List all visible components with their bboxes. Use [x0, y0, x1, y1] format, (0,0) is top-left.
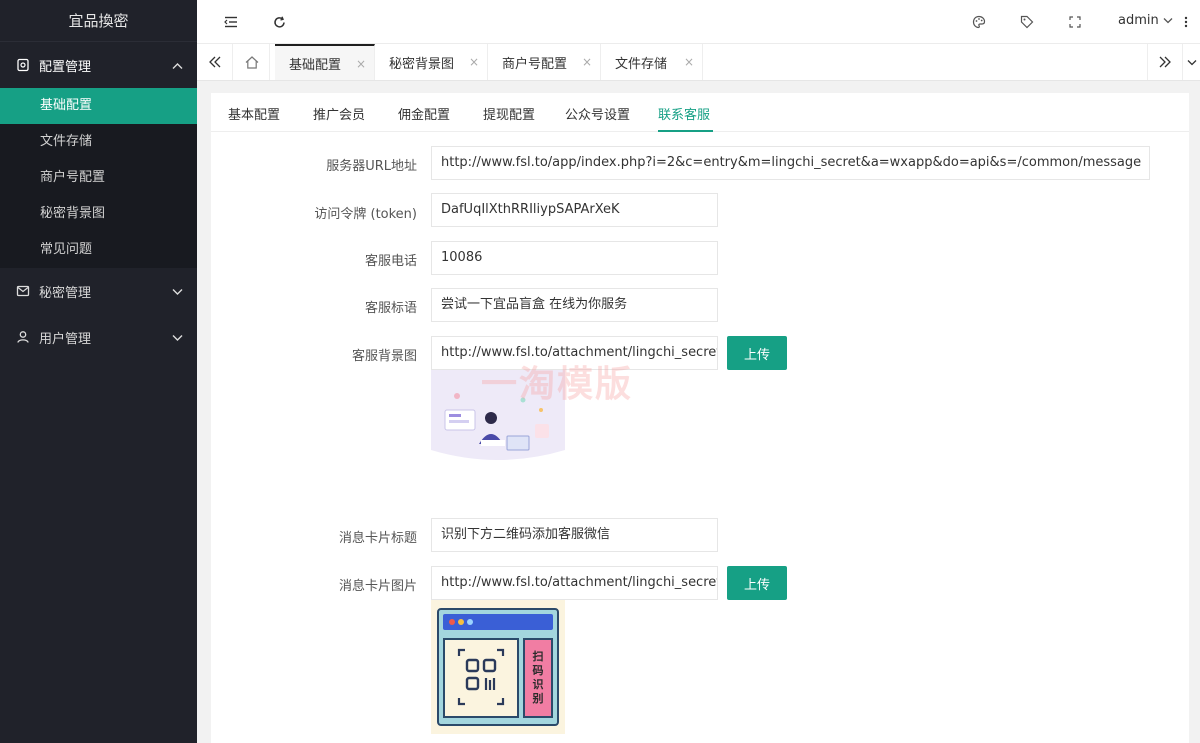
slogan-input[interactable]: 尝试一下宜品盲盒 在线为你服务 [431, 288, 718, 322]
submenu-config: 基础配置 文件存储 商户号配置 秘密背景图 常见问题 [0, 88, 197, 268]
tabs-dropdown-icon[interactable] [1183, 44, 1200, 80]
nav-group-secret[interactable]: 秘密管理 [0, 268, 197, 314]
phone-input[interactable]: 10086 [431, 241, 718, 275]
scan-text: 识 [532, 678, 544, 691]
tab-label: 文件存储 [615, 56, 668, 72]
chevron-down-icon [172, 285, 183, 300]
window-dot-icon [458, 619, 464, 625]
preview-window: 扫 码 识 别 [437, 608, 559, 726]
refresh-icon[interactable] [270, 13, 288, 31]
token-input[interactable]: DafUqIlXthRRIliypSAPArXeK [431, 193, 718, 227]
chevron-down-icon [172, 331, 183, 346]
chevron-up-icon [172, 59, 183, 74]
tab-label: 基础配置 [289, 57, 342, 73]
brand-title: 宜品換密 [0, 0, 197, 42]
tabs-bar: 基础配置 × 秘密背景图 × 商户号配置 × 文件存储 × [197, 44, 1200, 81]
gear-icon [16, 58, 30, 72]
qr-panel [443, 638, 519, 718]
tab-label: 秘密背景图 [389, 56, 455, 72]
window-dot-icon [467, 619, 473, 625]
chevron-down-icon [1163, 13, 1173, 28]
envelope-icon [16, 284, 30, 298]
subtab-basic[interactable]: 基本配置 [228, 104, 280, 123]
subtab-commission[interactable]: 佣金配置 [398, 104, 450, 123]
sidebar-item-file-storage[interactable]: 文件存储 [0, 124, 197, 160]
card-image-upload-button[interactable]: 上传 [727, 566, 787, 600]
card-title-input[interactable]: 识别下方二维码添加客服微信 [431, 518, 718, 552]
close-icon[interactable]: × [356, 57, 366, 71]
sidebar: 宜品換密 配置管理 基础配置 文件存储 商户号配置 秘密背景图 常见问题 秘密管… [0, 0, 197, 743]
subtab-customer-service[interactable]: 联系客服 [658, 104, 710, 123]
fullscreen-icon[interactable] [1066, 13, 1084, 31]
tabs-scroll-right-icon[interactable] [1147, 44, 1183, 80]
scan-text: 扫 [532, 650, 544, 663]
content-card: 基本配置 推广会员 佣金配置 提现配置 公众号设置 联系客服 服务器URL地址 … [211, 93, 1189, 743]
user-menu[interactable]: admin [1118, 13, 1173, 28]
close-icon[interactable]: × [582, 55, 592, 69]
username: admin [1118, 13, 1159, 28]
watermark-text: 一淘模版 [481, 364, 634, 405]
scan-text: 别 [532, 692, 544, 705]
theme-icon[interactable] [970, 13, 988, 31]
subtab-official-account[interactable]: 公众号设置 [565, 104, 630, 123]
qr-code-icon [457, 648, 505, 706]
server-url-input[interactable]: http://www.fsl.to/app/index.php?i=2&c=en… [431, 146, 1150, 180]
nav-group-label: 用户管理 [39, 331, 92, 347]
nav-group-user[interactable]: 用户管理 [0, 314, 197, 360]
close-icon[interactable]: × [684, 55, 694, 69]
home-icon[interactable] [234, 44, 270, 80]
card-title-label: 消息卡片标题 [338, 531, 417, 546]
menu-fold-icon[interactable] [222, 13, 240, 31]
tab-label: 商户号配置 [502, 56, 568, 72]
tag-icon[interactable] [1018, 13, 1036, 31]
window-dot-icon [449, 619, 455, 625]
tab-file-storage[interactable]: 文件存储 × [601, 44, 703, 80]
sidebar-item-secret-bg[interactable]: 秘密背景图 [0, 196, 197, 232]
bg-image-label: 客服背景图 [351, 349, 417, 364]
sidebar-item-merchant-config[interactable]: 商户号配置 [0, 160, 197, 196]
nav-group-label: 秘密管理 [39, 285, 92, 301]
slogan-label: 客服标语 [364, 301, 417, 316]
bg-image-upload-button[interactable]: 上传 [727, 336, 787, 370]
subtab-promotion[interactable]: 推广会员 [313, 104, 365, 123]
active-tab-indicator [658, 130, 713, 132]
scan-label-panel: 扫 码 识 别 [523, 638, 553, 718]
user-icon [16, 330, 30, 344]
close-icon[interactable]: × [469, 55, 479, 69]
tab-secret-bg[interactable]: 秘密背景图 × [375, 44, 488, 80]
phone-label: 客服电话 [364, 254, 417, 269]
scan-text: 码 [532, 664, 544, 677]
more-icon[interactable] [1181, 13, 1191, 31]
top-header: admin [197, 0, 1200, 44]
token-label: 访问令牌 (token) [314, 207, 417, 222]
tab-basic-config[interactable]: 基础配置 × [275, 44, 375, 80]
card-image-input[interactable]: http://www.fsl.to/attachment/lingchi_sec… [431, 566, 718, 600]
preview-titlebar [443, 614, 553, 630]
tabs-scroll-left-icon[interactable] [197, 44, 233, 80]
nav-group-config[interactable]: 配置管理 [0, 42, 197, 88]
tab-merchant-config[interactable]: 商户号配置 × [488, 44, 601, 80]
nav-group-label: 配置管理 [39, 59, 92, 75]
card-image-preview: 扫 码 识 别 [431, 600, 565, 734]
sidebar-item-faq[interactable]: 常见问题 [0, 232, 197, 268]
subtab-withdraw[interactable]: 提现配置 [483, 104, 535, 123]
sidebar-item-basic-config[interactable]: 基础配置 [0, 88, 197, 124]
card-image-label: 消息卡片图片 [338, 579, 417, 594]
server-url-label: 服务器URL地址 [326, 159, 417, 174]
sub-tabs: 基本配置 推广会员 佣金配置 提现配置 公众号设置 联系客服 [211, 93, 1189, 132]
